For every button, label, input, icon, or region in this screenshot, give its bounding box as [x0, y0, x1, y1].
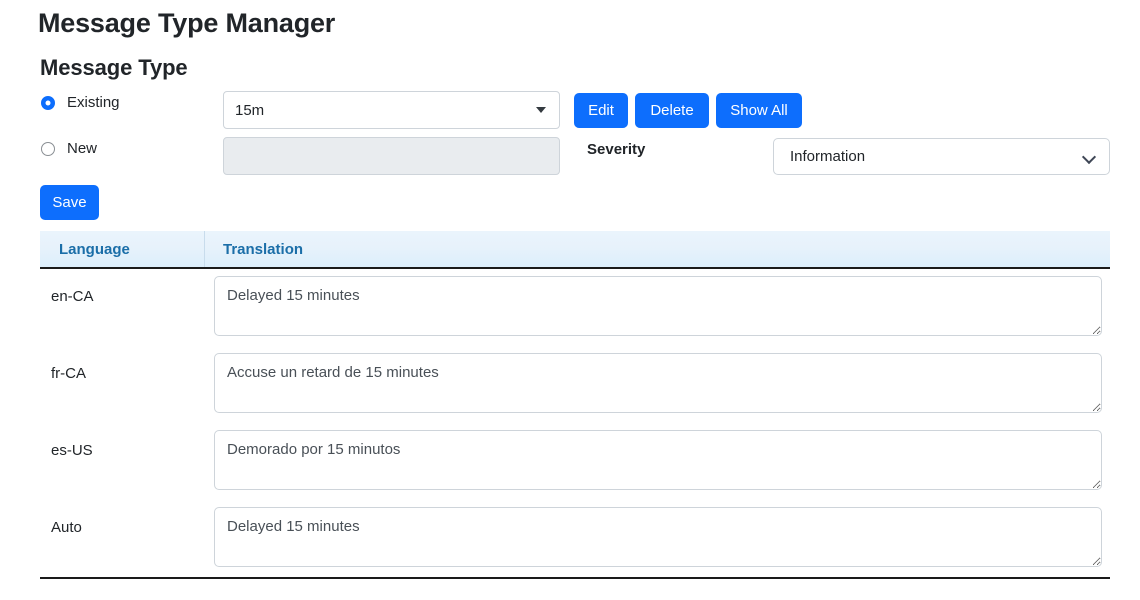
- table-bottom-divider: [40, 577, 1110, 579]
- caret-down-icon: [536, 107, 546, 113]
- existing-message-type-value: 15m: [235, 101, 265, 119]
- severity-value: Information: [790, 148, 866, 165]
- table-row: es-US: [40, 423, 1110, 500]
- edit-button[interactable]: Edit: [574, 93, 628, 128]
- message-type-manager-page: Message Type Manager Message Type Existi…: [0, 0, 1140, 600]
- radio-new-label: New: [67, 140, 98, 157]
- translation-cell: [214, 423, 1110, 490]
- radio-existing-input[interactable]: [41, 95, 55, 110]
- table-header-row: Language Translation: [40, 231, 1110, 269]
- section-title: Message Type: [40, 55, 188, 80]
- delete-button[interactable]: Delete: [635, 93, 709, 128]
- translation-textarea[interactable]: [214, 353, 1102, 413]
- language-label: es-US: [51, 442, 93, 459]
- existing-message-type-select[interactable]: 15m: [223, 91, 560, 129]
- translation-cell: [214, 346, 1110, 413]
- radio-new-input[interactable]: [41, 141, 55, 156]
- radio-option-existing[interactable]: Existing: [41, 94, 120, 111]
- language-label: fr-CA: [51, 365, 86, 382]
- translation-textarea[interactable]: [214, 276, 1102, 336]
- new-message-type-input: [223, 137, 560, 175]
- language-label: en-CA: [51, 288, 94, 305]
- table-row: Auto: [40, 500, 1110, 577]
- chevron-down-icon: [1083, 151, 1095, 163]
- translation-cell: [214, 500, 1110, 567]
- severity-label: Severity: [587, 141, 646, 158]
- severity-select[interactable]: Information: [773, 138, 1110, 175]
- radio-option-new[interactable]: New: [41, 140, 97, 157]
- show-all-button[interactable]: Show All: [716, 93, 802, 128]
- page-title: Message Type Manager: [38, 8, 336, 38]
- translation-cell: [214, 269, 1110, 336]
- column-header-language: Language: [40, 231, 205, 267]
- translations-table: Language Translation en-CA fr-CA es-US A…: [40, 231, 1110, 577]
- table-row: fr-CA: [40, 346, 1110, 423]
- language-label: Auto: [51, 519, 82, 536]
- radio-existing-label: Existing: [67, 94, 120, 111]
- translation-textarea[interactable]: [214, 507, 1102, 567]
- table-row: en-CA: [40, 269, 1110, 346]
- translation-textarea[interactable]: [214, 430, 1102, 490]
- save-button[interactable]: Save: [40, 185, 99, 220]
- column-header-translation: Translation: [223, 240, 304, 258]
